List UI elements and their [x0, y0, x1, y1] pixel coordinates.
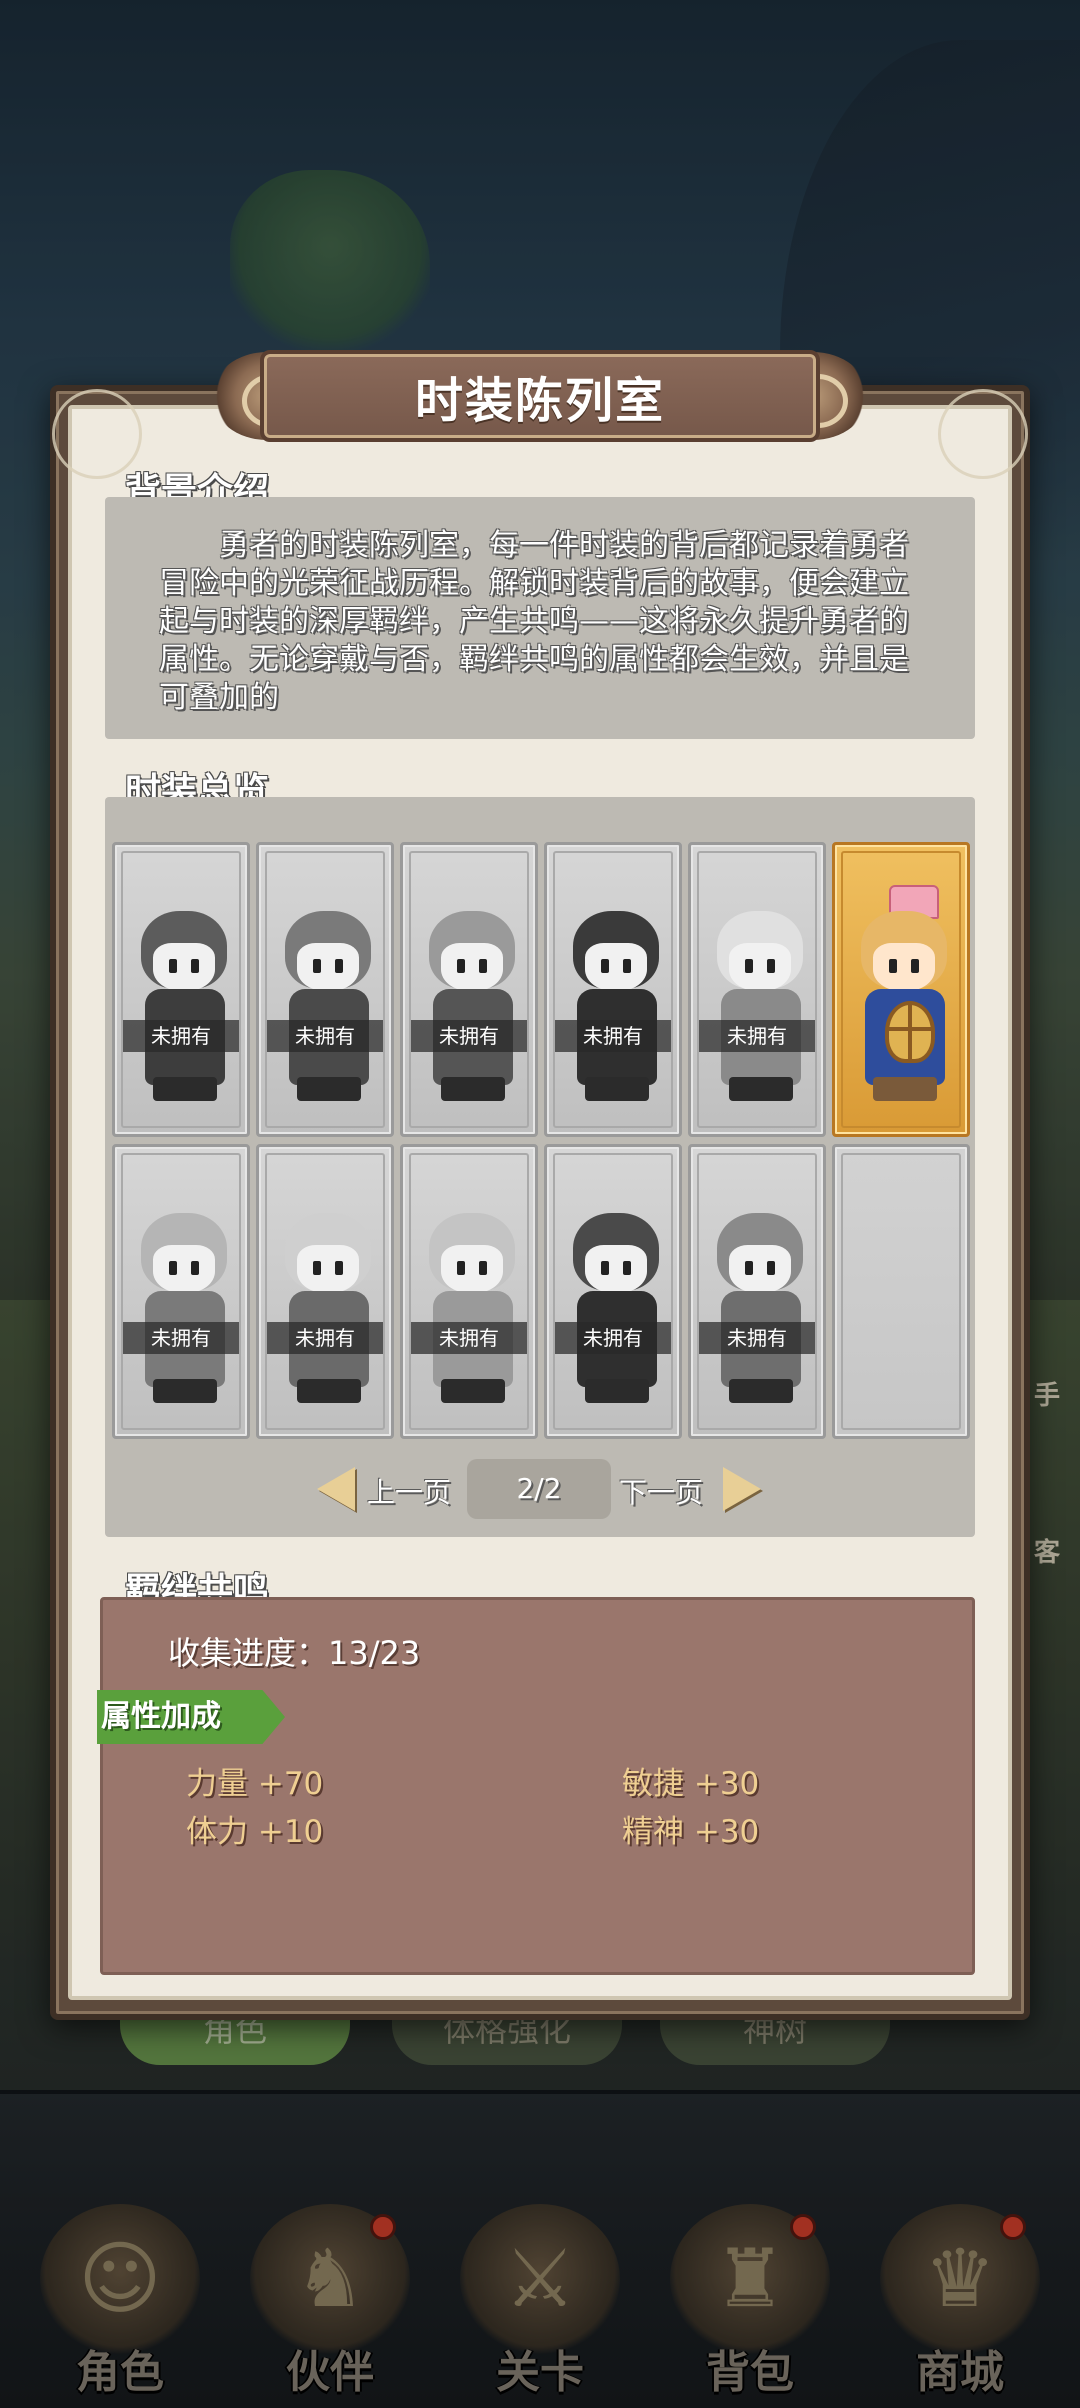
attribute-strength: 力量 +70 [186, 1766, 324, 1802]
costume-card[interactable]: 未拥有 [688, 842, 826, 1137]
costume-character [705, 881, 815, 1111]
attribute-stamina: 体力 +10 [186, 1814, 324, 1850]
attribute-agility: 敏捷 +30 [622, 1766, 760, 1802]
not-owned-badge: 未拥有 [267, 1322, 383, 1354]
next-page-arrow-icon[interactable] [723, 1467, 761, 1511]
shield-icon [885, 1001, 935, 1063]
page-indicator: 2/2 [467, 1459, 611, 1519]
costume-card[interactable]: 未拥有 [688, 1144, 826, 1439]
costume-card[interactable]: 未拥有 [544, 842, 682, 1137]
dialog-title: 时装陈列室 [414, 373, 665, 429]
costume-character [417, 881, 527, 1111]
costume-card[interactable]: 未拥有 [256, 1144, 394, 1439]
background-intro-text: 勇者的时装陈列室，每一件时装的背后都记录着勇者冒险中的光荣征战历程。解锁时装背后… [159, 528, 909, 715]
attribute-spirit: 精神 +30 [622, 1814, 760, 1850]
costume-character [705, 1183, 815, 1413]
costume-card[interactable]: 未拥有 [400, 1144, 538, 1439]
not-owned-badge: 未拥有 [411, 1322, 527, 1354]
not-owned-badge: 未拥有 [555, 1322, 671, 1354]
prev-page-arrow-icon[interactable] [317, 1467, 355, 1511]
costume-card[interactable]: 未拥有 [112, 1144, 250, 1439]
costume-character [417, 1183, 527, 1413]
costume-character [849, 881, 959, 1111]
dialog-title-banner: 时装陈列室 [260, 350, 820, 442]
attribute-bonus-ribbon: 属性加成 [97, 1690, 285, 1744]
not-owned-badge: 未拥有 [555, 1020, 671, 1052]
costume-character [129, 1183, 239, 1413]
not-owned-badge: 未拥有 [699, 1020, 815, 1052]
costume-card[interactable]: 未拥有 [400, 842, 538, 1137]
not-owned-badge: 未拥有 [123, 1020, 239, 1052]
background-intro-panel: 勇者的时装陈列室，每一件时装的背后都记录着勇者冒险中的光荣征战历程。解锁时装背后… [105, 497, 975, 739]
pagination: 上一页 2/2 下一页 [105, 1455, 975, 1525]
prev-page-button[interactable]: 上一页 [367, 1471, 451, 1511]
next-page-button[interactable]: 下一页 [619, 1471, 703, 1511]
not-owned-badge: 未拥有 [267, 1020, 383, 1052]
corner-ornament [938, 389, 1028, 479]
not-owned-badge: 未拥有 [123, 1322, 239, 1354]
costume-character [561, 881, 671, 1111]
costume-card[interactable]: 未拥有 [544, 1144, 682, 1439]
costume-card[interactable]: 未拥有 [112, 842, 250, 1137]
costume-character [129, 881, 239, 1111]
not-owned-badge: 未拥有 [411, 1020, 527, 1052]
costume-card-owned[interactable] [832, 842, 970, 1137]
costume-character [273, 1183, 383, 1413]
collection-progress: 收集进度：13/23 [168, 1634, 421, 1672]
not-owned-badge: 未拥有 [699, 1322, 815, 1354]
costume-character [273, 881, 383, 1111]
costume-card[interactable]: 未拥有 [256, 842, 394, 1137]
costume-card-empty [832, 1144, 970, 1439]
costume-character [561, 1183, 671, 1413]
